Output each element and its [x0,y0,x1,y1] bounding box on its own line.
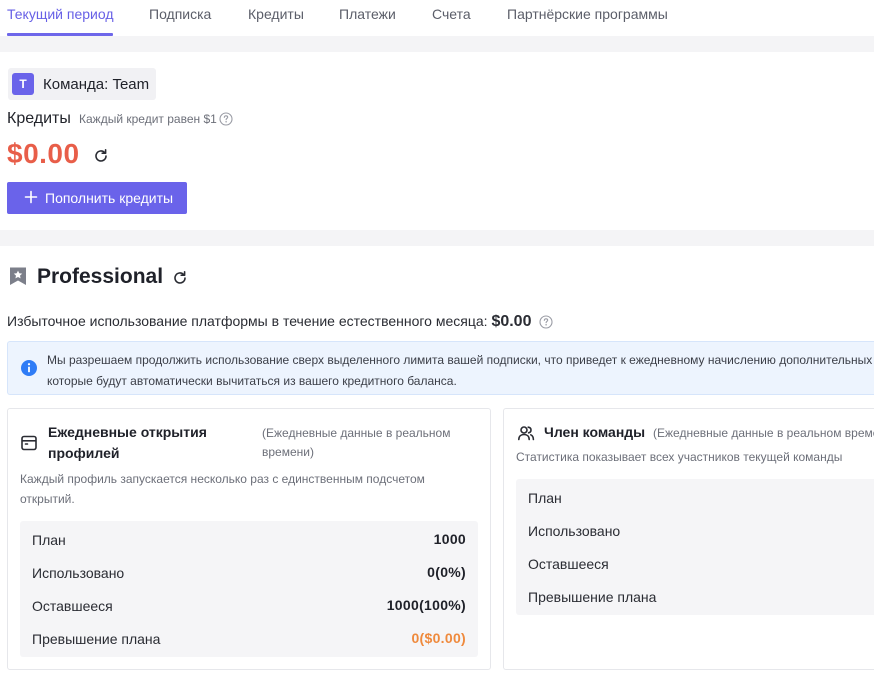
row-key: Использовано [32,565,125,581]
notice-text: Мы разрешаем продолжить использование св… [47,353,874,388]
team-members-subtitle: (Ежедневные данные в реальном времени) [653,426,874,440]
team-members-title: Член команды [544,424,646,440]
credits-card: T Команда: Team Кредиты Каждый кредит ра… [0,52,874,230]
tab-payments[interactable]: Платежи [339,6,396,22]
plan-usage-card: Professional Избыточное использование пл… [0,246,874,677]
info-circle-icon [21,360,37,376]
table-row: Превышение плана [516,580,874,613]
table-row: Превышение плана 0($0.00) [20,622,478,655]
overuse-label: Избыточное использование платформы в теч… [7,313,488,329]
plus-icon [24,190,38,204]
overuse-value: $0.00 [491,313,532,330]
row-value: 1000 [433,531,466,547]
plan-name: Professional [37,265,164,288]
tab-current-period[interactable]: Текущий период [7,6,114,22]
team-members-table: План Использовано Оставшееся Превышение … [516,479,874,615]
row-value: 0($0.00) [411,630,466,646]
table-row: План 1000 [20,523,478,556]
table-row: План [516,481,874,514]
daily-opens-description: Каждый профиль запускается несколько раз… [20,472,425,506]
refresh-icon[interactable] [93,148,109,164]
credit-balance: $0.00 [7,138,80,169]
row-value: 1000(100%) [386,597,466,613]
table-row: Оставшееся 1000(100%) [20,589,478,622]
credits-title: Кредиты [7,110,71,127]
question-circle-icon[interactable] [219,112,233,126]
table-row: Использовано [516,514,874,547]
tab-invoices[interactable]: Счета [432,6,471,22]
row-key: Оставшееся [528,556,609,572]
credits-hint: Каждый кредит равен $1 [79,112,217,126]
table-row: Оставшееся [516,547,874,580]
row-key: Превышение плана [32,631,161,647]
top-up-credits-label: Пополнить кредиты [45,190,174,206]
daily-opens-subtitle: (Ежедневные данные в реальном времени) [262,426,451,459]
tab-credits[interactable]: Кредиты [248,6,304,22]
team-selector[interactable]: T Команда: Team [8,68,156,100]
team-avatar: T [12,73,34,95]
tab-affiliate-programs[interactable]: Партнёрские программы [507,6,668,22]
row-key: Оставшееся [32,598,113,614]
row-key: Использовано [528,523,621,539]
row-value: 0(0%) [427,564,466,580]
active-tab-indicator [7,33,113,36]
row-key: План [528,490,562,506]
table-row: Использовано 0(0%) [20,556,478,589]
team-members-card: Член команды (Ежедневные данные в реальн… [503,408,874,670]
billing-tabs: Текущий период Подписка Кредиты Платежи … [0,0,874,36]
team-members-description: Статистика показывает всех участников те… [516,450,843,464]
calendar-icon [21,435,37,451]
question-circle-icon[interactable] [539,315,553,329]
daily-opens-table: План 1000 Использовано 0(0%) Оставшееся … [20,521,478,657]
overuse-summary: Избыточное использование платформы в теч… [7,313,531,331]
top-up-credits-button[interactable]: Пополнить кредиты [7,182,187,214]
tab-subscription[interactable]: Подписка [149,6,211,22]
users-icon [518,426,535,441]
overage-notice: Мы разрешаем продолжить использование св… [7,341,874,395]
daily-profile-opens-card: Ежедневные открытия профилей (Ежедневные… [7,408,491,670]
refresh-icon[interactable] [172,270,188,286]
team-label: Команда: Team [43,76,150,93]
star-bookmark-icon [10,267,26,285]
row-key: План [32,532,66,548]
daily-opens-title: Ежедневные открытия профилей [48,424,207,461]
row-key: Превышение плана [528,589,657,605]
